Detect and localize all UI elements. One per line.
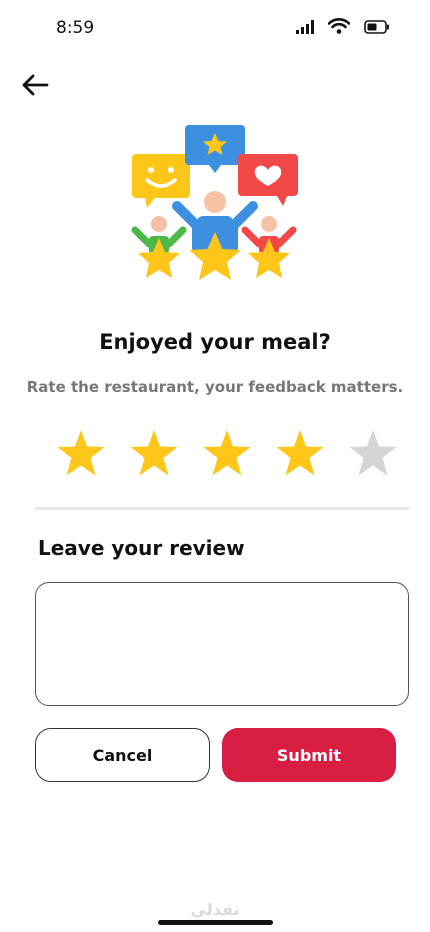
- status-bar: 8:59: [0, 0, 430, 56]
- rating-star-5[interactable]: [347, 428, 399, 480]
- status-icons: [296, 18, 390, 38]
- status-time: 8:59: [56, 18, 95, 38]
- arrow-left-icon: [21, 73, 49, 101]
- review-textarea[interactable]: [35, 582, 409, 706]
- page-subtitle: Rate the restaurant, your feedback matte…: [26, 378, 404, 396]
- watermark-logo: نفذلي: [190, 900, 240, 919]
- star-rating: [55, 428, 399, 480]
- rating-star-1[interactable]: [55, 428, 107, 480]
- section-divider: [35, 507, 409, 510]
- feedback-illustration: [125, 120, 305, 295]
- page-title: Enjoyed your meal?: [99, 330, 331, 354]
- cancel-button[interactable]: Cancel: [35, 728, 210, 782]
- submit-button[interactable]: Submit: [222, 728, 396, 782]
- rating-star-2[interactable]: [128, 428, 180, 480]
- review-heading: Leave your review: [38, 536, 245, 560]
- rating-star-4[interactable]: [274, 428, 326, 480]
- battery-icon: [364, 19, 390, 38]
- rating-star-3[interactable]: [201, 428, 253, 480]
- cellular-signal-icon: [296, 19, 314, 38]
- wifi-icon: [327, 18, 351, 38]
- back-button[interactable]: [20, 72, 50, 102]
- home-indicator: [158, 920, 273, 925]
